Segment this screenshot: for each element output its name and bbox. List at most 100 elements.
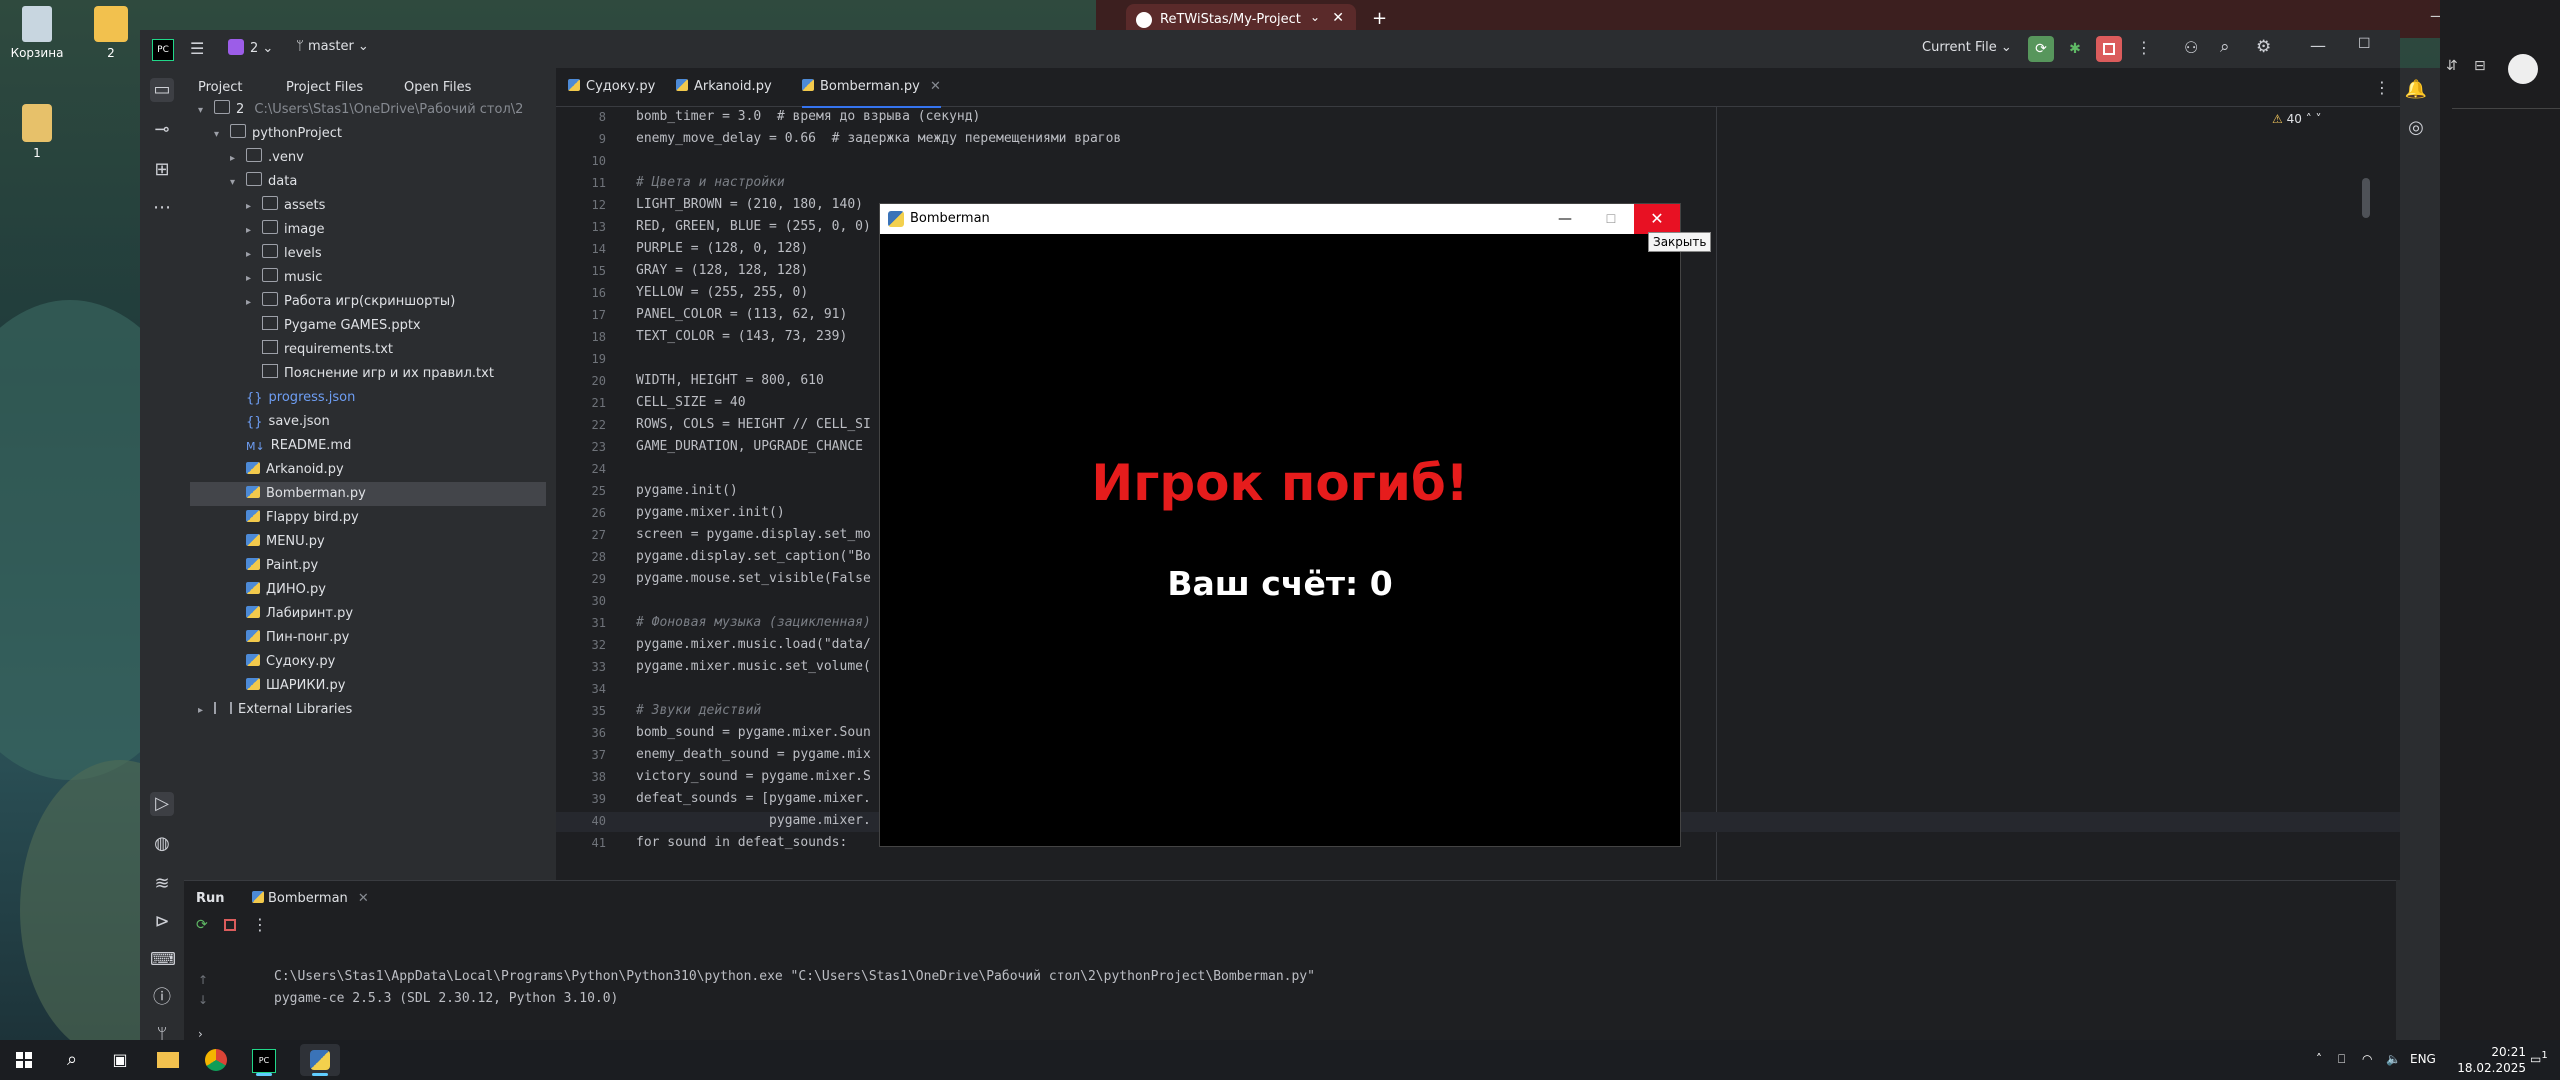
pygame-minimize-button[interactable]: —: [1542, 204, 1588, 234]
notifications-icon[interactable]: 🔔: [2404, 78, 2428, 102]
tree-item-pptx[interactable]: Pygame GAMES.pptx: [262, 314, 421, 338]
pygame-window[interactable]: Bomberman — ☐ ✕ Игрок погиб! Ваш счёт: 0: [880, 204, 1680, 846]
keyboard-language[interactable]: ENG: [2410, 1052, 2436, 1066]
tree-item-balls[interactable]: ШАРИКИ.py: [246, 674, 345, 698]
browser-extension-icon[interactable]: ⇵: [2446, 58, 2470, 82]
tree-item-paint[interactable]: Paint.py: [246, 554, 318, 578]
start-button[interactable]: [4, 1044, 44, 1076]
branch-switcher[interactable]: ᛘ master ⌄: [296, 39, 369, 59]
tree-item-requirements[interactable]: requirements.txt: [262, 338, 393, 362]
run-configuration-selector[interactable]: Current File ⌄: [1922, 40, 2012, 55]
tree-item-image[interactable]: ▸ image: [246, 218, 325, 242]
tree-item-root[interactable]: ▾ 2 C:\Users\Stas1\OneDrive\Рабочий стол\…: [198, 98, 523, 122]
file-explorer-button[interactable]: [148, 1044, 188, 1076]
python-app-button[interactable]: [300, 1044, 340, 1076]
code-line: pygame.display.set_caption("Bo: [636, 549, 871, 564]
editor-tab-bomberman[interactable]: Bomberman.py ✕: [802, 68, 941, 108]
tree-item-path: C:\Users\Stas1\OneDrive\Рабочий стол\2: [254, 102, 524, 117]
code-line: GAME_DURATION, UPGRADE_CHANCE: [636, 439, 863, 454]
layers-icon[interactable]: ≋: [150, 872, 174, 896]
project-tool-icon[interactable]: ▭: [150, 78, 174, 102]
pygame-maximize-button[interactable]: ☐: [1588, 204, 1634, 234]
ai-assistant-icon[interactable]: ◎: [2404, 116, 2428, 140]
volume-icon[interactable]: 🔈: [2386, 1052, 2401, 1066]
browser-new-tab-button[interactable]: +: [1372, 8, 1387, 29]
problems-icon[interactable]: ⓘ: [150, 986, 174, 1010]
python-packages-icon[interactable]: ◍: [150, 832, 174, 856]
project-switcher[interactable]: 2 ⌄: [228, 39, 273, 59]
tree-item-flappy-bird[interactable]: Flappy bird.py: [246, 506, 359, 530]
structure-tool-icon[interactable]: ⊞: [150, 158, 174, 182]
tree-item-readme[interactable]: M↓ README.md: [246, 434, 351, 458]
editor-tabs-menu-icon[interactable]: ⋮: [2374, 78, 2390, 97]
console-prompt-icon[interactable]: ›: [198, 1027, 203, 1041]
clock[interactable]: 20:21 18.02.2025: [2452, 1044, 2526, 1076]
tree-item-bomberman[interactable]: Bomberman.py: [190, 482, 546, 506]
tab-close-icon[interactable]: ✕: [930, 79, 941, 94]
tree-item-pythonproject[interactable]: ▾ pythonProject: [214, 122, 342, 146]
search-icon[interactable]: ⌕: [52, 1044, 92, 1076]
settings-gear-icon[interactable]: ⚙: [2256, 37, 2271, 57]
search-icon[interactable]: ⌕: [2220, 37, 2230, 57]
tree-item-labyrinth[interactable]: Лабиринт.py: [246, 602, 353, 626]
services-icon[interactable]: ⊳: [150, 910, 174, 934]
notification-center-button[interactable]: ▭1: [2530, 1050, 2552, 1070]
desktop-icon-file-1[interactable]: 1: [2, 104, 72, 160]
ide-minimize-button[interactable]: —: [2310, 36, 2326, 55]
tree-item-assets[interactable]: ▸ assets: [246, 194, 325, 218]
editor-tab-arkanoid[interactable]: Arkanoid.py: [676, 68, 772, 106]
tree-item-menu[interactable]: MENU.py: [246, 530, 325, 554]
scroll-down-icon[interactable]: ↓: [198, 993, 208, 1007]
stop-button[interactable]: [2096, 36, 2122, 62]
desktop-icon-folder-2[interactable]: 2: [76, 6, 146, 60]
tree-item-external-libraries[interactable]: ▸ External Libraries: [198, 698, 352, 722]
more-tools-icon[interactable]: ⋯: [150, 196, 174, 220]
desktop-icon-recycle-bin[interactable]: Корзина: [2, 6, 72, 60]
commit-tool-icon[interactable]: ⊸: [150, 118, 174, 142]
tree-item-ping-pong[interactable]: Пин-понг.py: [246, 626, 349, 650]
browser-tab-close-button[interactable]: ✕: [1332, 10, 1344, 26]
tree-item-save-json[interactable]: {} save.json: [246, 410, 330, 434]
line-number: 23: [591, 440, 606, 454]
tree-item-arkanoid[interactable]: Arkanoid.py: [246, 458, 344, 482]
tree-item-sudoku[interactable]: Судоку.py: [246, 650, 335, 674]
code-with-me-icon[interactable]: ⚇: [2184, 38, 2198, 57]
tab-open-files[interactable]: Open Files: [404, 80, 471, 95]
tree-item-rules-txt[interactable]: Пояснение игр и их правил.txt: [262, 362, 494, 386]
browser-tab-list-icon[interactable]: ⌄: [1310, 10, 1324, 24]
tab-close-icon[interactable]: ✕: [358, 891, 369, 906]
rerun-icon[interactable]: ⟳: [196, 917, 208, 933]
browser-avatar[interactable]: [2508, 54, 2538, 84]
tree-item-venv[interactable]: ▸ .venv: [230, 146, 304, 170]
tree-item-screenshots[interactable]: ▸ Работа игр(скриншорты): [246, 290, 455, 314]
run-more-icon[interactable]: ⋮: [252, 915, 268, 934]
scroll-up-icon[interactable]: ↑: [198, 973, 208, 987]
tab-project[interactable]: Project: [198, 80, 242, 95]
run-tool-icon[interactable]: ▷: [150, 792, 174, 816]
tree-item-label: Судоку.py: [266, 654, 336, 669]
tree-item-music[interactable]: ▸ music: [246, 266, 322, 290]
stop-icon[interactable]: [224, 919, 236, 931]
chrome-button[interactable]: [196, 1044, 236, 1076]
task-view-icon[interactable]: ▣: [100, 1044, 140, 1076]
main-menu-icon[interactable]: ☰: [190, 39, 210, 59]
tab-project-files[interactable]: Project Files: [286, 80, 363, 95]
wifi-icon[interactable]: ◠: [2362, 1052, 2372, 1066]
tree-item-dino[interactable]: ДИНО.py: [246, 578, 326, 602]
editor-tab-sudoku[interactable]: Судоку.py: [568, 68, 655, 106]
browser-inbox-icon[interactable]: ⊟: [2474, 58, 2498, 82]
tray-overflow-icon[interactable]: ˄: [2316, 1052, 2322, 1066]
rerun-button[interactable]: ⟳: [2028, 36, 2054, 62]
pygame-close-button[interactable]: ✕: [1634, 204, 1680, 234]
tree-item-data[interactable]: ▾ data: [230, 170, 297, 194]
ide-maximize-button[interactable]: ☐: [2358, 36, 2371, 52]
tree-item-levels[interactable]: ▸ levels: [246, 242, 322, 266]
terminal-icon[interactable]: ⌨: [150, 948, 176, 972]
debug-icon[interactable]: ✱: [2062, 36, 2088, 62]
pygame-title-bar[interactable]: Bomberman — ☐ ✕: [880, 204, 1680, 234]
pycharm-button[interactable]: PC: [244, 1044, 284, 1076]
tray-device-icon[interactable]: ⎕: [2338, 1052, 2345, 1067]
tree-item-progress-json[interactable]: {} progress.json: [246, 386, 355, 410]
more-actions-icon[interactable]: ⋮: [2136, 38, 2152, 57]
code-line: enemy_move_delay = 0.66 # задержка между…: [636, 131, 1122, 146]
